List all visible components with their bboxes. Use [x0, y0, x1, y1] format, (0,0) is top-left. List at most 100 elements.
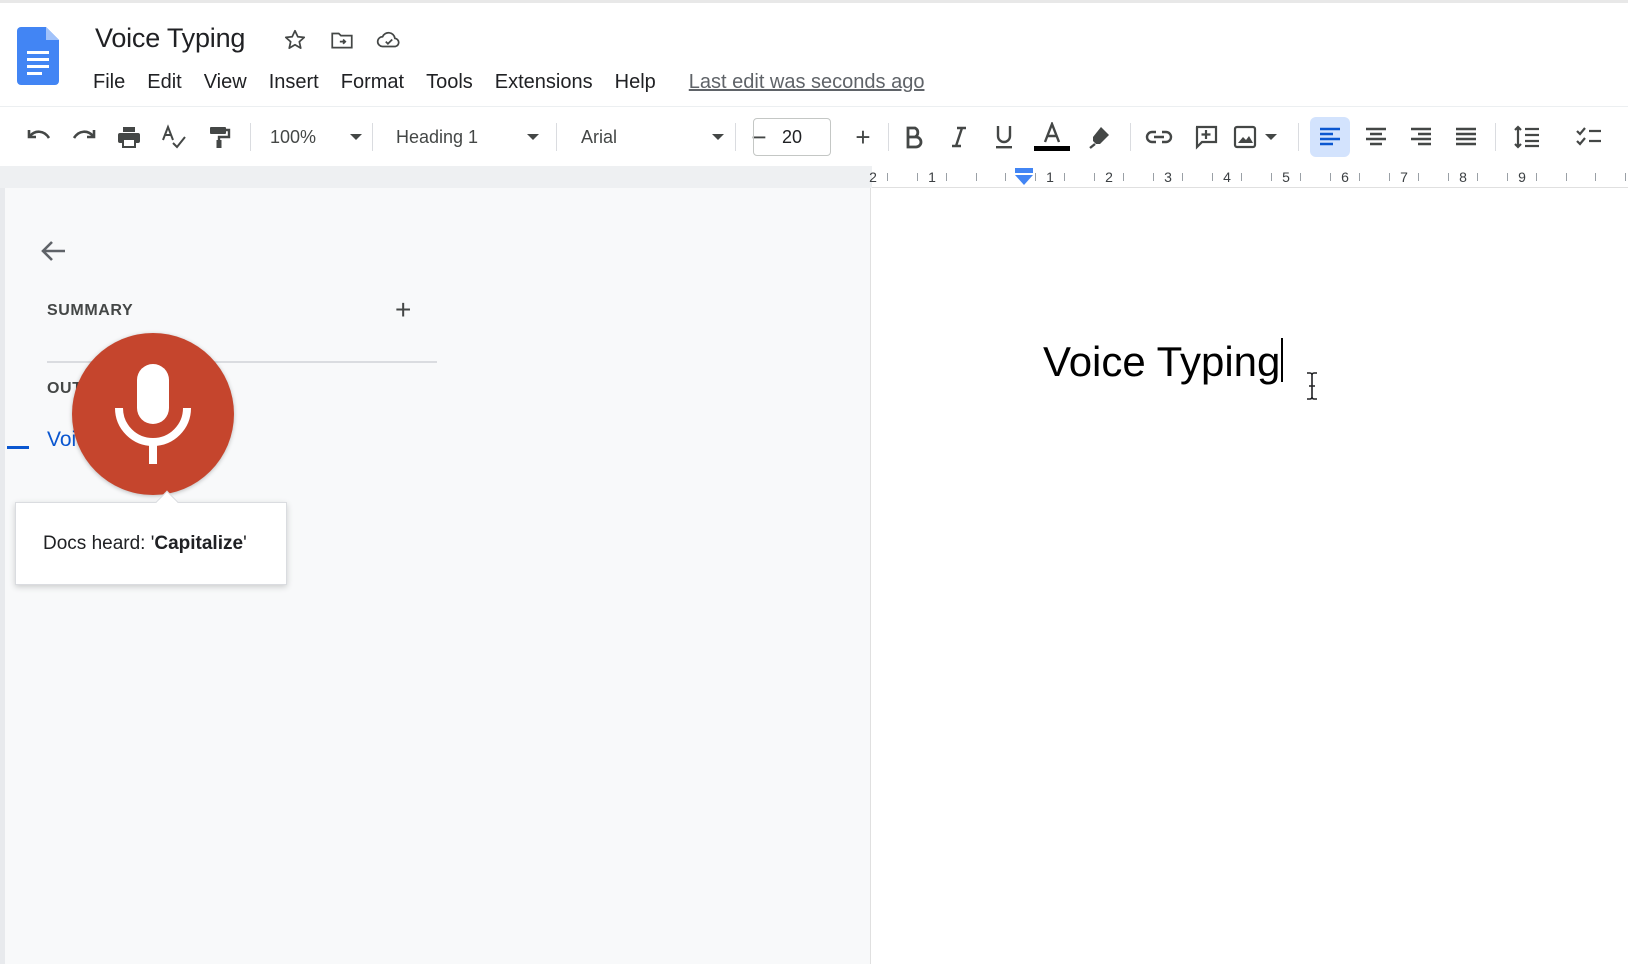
ruler-tick: [1595, 173, 1596, 181]
ruler-number: 2: [1105, 169, 1113, 185]
highlight-color-icon[interactable]: [1080, 117, 1120, 157]
text-cursor: [1281, 338, 1284, 382]
undo-icon[interactable]: [20, 117, 58, 157]
toolbar-separator: [1130, 123, 1131, 151]
microphone-icon: [115, 364, 191, 464]
document-page[interactable]: Voice Typing: [870, 188, 1628, 964]
ruler-tick: [1536, 173, 1537, 181]
ruler-tick: [1566, 173, 1567, 181]
add-summary-button[interactable]: +: [395, 296, 411, 324]
toolbar-separator: [735, 123, 736, 151]
ruler-tick: [1477, 173, 1478, 181]
ruler-tick: [1507, 173, 1508, 181]
ruler-tick: [1064, 173, 1065, 181]
menu-bar: File Edit View Insert Format Tools Exten…: [82, 67, 924, 97]
last-edit-link[interactable]: Last edit was seconds ago: [689, 71, 925, 94]
ruler-tick: [946, 173, 947, 181]
menu-view[interactable]: View: [193, 71, 258, 94]
insert-image-icon[interactable]: [1233, 117, 1289, 157]
ruler-tick: [1005, 173, 1006, 181]
chevron-down-icon: [1265, 134, 1277, 140]
toolbar-separator: [1495, 123, 1496, 151]
cloud-status-icon[interactable]: [375, 26, 403, 54]
checklist-icon[interactable]: [1570, 117, 1608, 157]
menu-extensions[interactable]: Extensions: [484, 71, 604, 94]
toolbar: 100% Heading 1 Arial − 20 +: [0, 106, 1628, 166]
ruler-number: 5: [1282, 169, 1290, 185]
menu-format[interactable]: Format: [330, 71, 415, 94]
font-value: Arial: [581, 126, 618, 147]
zoom-value: 100%: [270, 126, 317, 147]
ruler-tick: [1094, 173, 1095, 181]
zoom-dropdown[interactable]: 100%: [270, 117, 362, 157]
menu-edit[interactable]: Edit: [136, 71, 192, 94]
heading-text: Voice Typing: [1043, 338, 1281, 385]
ruler-tick: [1389, 173, 1390, 181]
document-title[interactable]: Voice Typing: [95, 23, 245, 54]
insert-link-icon[interactable]: [1140, 117, 1178, 157]
chevron-down-icon: [350, 134, 362, 140]
spellcheck-icon[interactable]: [155, 117, 193, 157]
star-icon[interactable]: [281, 26, 309, 54]
font-dropdown[interactable]: Arial: [581, 117, 724, 157]
heard-word: Capitalize: [154, 533, 244, 554]
ruler-tick: [1359, 173, 1360, 181]
ruler-tick: [1448, 173, 1449, 181]
ruler-tick: [1182, 173, 1183, 181]
style-dropdown[interactable]: Heading 1: [396, 117, 539, 157]
align-left-icon[interactable]: [1310, 117, 1350, 157]
menu-insert[interactable]: Insert: [258, 71, 330, 94]
add-comment-icon[interactable]: [1187, 117, 1225, 157]
ruler-tick: [917, 173, 918, 181]
ruler-tick: [1123, 173, 1124, 181]
menu-help[interactable]: Help: [604, 71, 667, 94]
ruler-tick: [1418, 173, 1419, 181]
toolbar-separator: [556, 123, 557, 151]
chevron-down-icon: [712, 134, 724, 140]
toolbar-separator: [888, 123, 889, 151]
heard-text: Docs heard: 'Capitalize': [43, 533, 247, 555]
ruler-number: 7: [1400, 169, 1408, 185]
menu-file[interactable]: File: [82, 71, 136, 94]
ruler-number: 8: [1459, 169, 1467, 185]
font-size-input[interactable]: 20: [753, 118, 831, 156]
bold-icon[interactable]: [895, 117, 933, 157]
horizontal-ruler[interactable]: 2 1 1 2 3 4 5 6 7 8 9: [869, 166, 1628, 188]
ruler-number: 9: [1518, 169, 1526, 185]
ruler-tick: [1330, 173, 1331, 181]
ruler-number: 4: [1223, 169, 1231, 185]
ruler-number: 2: [869, 169, 877, 185]
back-arrow-icon[interactable]: [38, 235, 70, 267]
voice-typing-mic-button[interactable]: [72, 333, 234, 495]
ruler-tick: [1300, 173, 1301, 181]
ruler-number: 1: [928, 169, 936, 185]
underline-icon[interactable]: [985, 117, 1023, 157]
ruler-tick: [1241, 173, 1242, 181]
redo-icon[interactable]: [65, 117, 103, 157]
ruler-tick: [1625, 173, 1626, 181]
italic-icon[interactable]: [940, 117, 978, 157]
folder-move-icon[interactable]: [328, 26, 356, 54]
docs-logo-icon[interactable]: [17, 27, 59, 85]
font-size-value: 20: [781, 126, 803, 147]
document-heading[interactable]: Voice Typing: [1043, 338, 1284, 386]
ruler-number: 1: [1046, 169, 1054, 185]
paint-format-icon[interactable]: [200, 117, 238, 157]
indent-marker-icon[interactable]: [1014, 168, 1034, 186]
justify-icon[interactable]: [1447, 117, 1485, 157]
align-right-icon[interactable]: [1402, 117, 1440, 157]
menu-tools[interactable]: Tools: [415, 71, 484, 94]
ibeam-cursor-icon: [1307, 372, 1317, 400]
ruler-tick: [1035, 173, 1036, 181]
text-color-icon[interactable]: [1032, 117, 1072, 157]
active-outline-indicator: [7, 446, 29, 449]
ruler-row: 2 1 1 2 3 4 5 6 7 8 9: [0, 166, 1628, 188]
line-spacing-icon[interactable]: [1508, 117, 1546, 157]
toolbar-separator: [1298, 123, 1299, 151]
ruler-tick: [1212, 173, 1213, 181]
align-center-icon[interactable]: [1357, 117, 1395, 157]
style-value: Heading 1: [396, 126, 479, 147]
toolbar-separator: [372, 123, 373, 151]
increase-font-size-button[interactable]: +: [844, 117, 882, 157]
print-icon[interactable]: [110, 117, 148, 157]
